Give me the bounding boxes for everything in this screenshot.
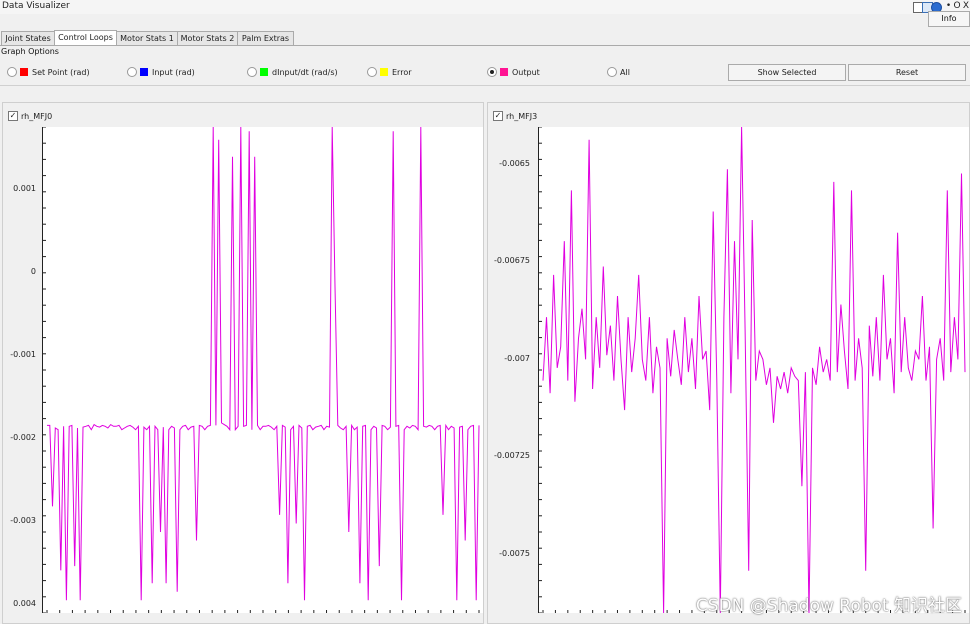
output-color-swatch [500, 68, 508, 76]
y-tick-label: -0.0075 [499, 549, 530, 558]
watermark-logo: CSDN @Shadow Robot 知识社区 [695, 596, 962, 616]
y-tick-label: 0.001 [13, 184, 36, 193]
y-tick-label: -0.002 [10, 433, 36, 442]
plot-panel-mfj0: ✓ rh_MFJ0 0.001 0 -0.001 -0.002 -0.003 0… [2, 102, 484, 624]
error-label: Error [392, 67, 412, 77]
plot-toggle-mfj3[interactable]: ✓ rh_MFJ3 [493, 111, 537, 121]
y-tick-label: -0.00725 [494, 451, 530, 460]
line-chart-mfj3 [539, 127, 966, 613]
plot-name-mfj3: rh_MFJ3 [506, 111, 538, 121]
dinput-dt-label: dInput/dt (rad/s) [272, 67, 338, 77]
option-all[interactable]: All [607, 66, 630, 78]
plot-panel-mfj3: ✓ rh_MFJ3 -0.0065 -0.00675 -0.007 -0.007… [487, 102, 970, 624]
checkbox-icon[interactable]: ✓ [493, 111, 503, 121]
dinput-dt-radio[interactable] [247, 67, 257, 77]
y-tick-label: -0.007 [504, 354, 530, 363]
tab-palm-extras[interactable]: Palm Extras [237, 31, 294, 45]
y-tick-label: 0.004 [13, 599, 36, 608]
option-dinput-dt[interactable]: dInput/dt (rad/s) [247, 66, 338, 78]
tab-joint-states[interactable]: Joint States [1, 31, 55, 45]
y-tick-label: -0.001 [10, 350, 36, 359]
tab-motor-stats-1[interactable]: Motor Stats 1 [116, 31, 178, 45]
dinput-dt-color-swatch [260, 68, 268, 76]
reset-button[interactable]: Reset [848, 64, 966, 81]
tab-control-loops[interactable]: Control Loops [54, 30, 117, 46]
graph-options-title: Graph Options [1, 47, 59, 56]
output-series-line [542, 127, 966, 613]
y-tick-label: 0 [30, 267, 36, 276]
all-radio[interactable] [607, 67, 617, 77]
set-point-label: Set Point (rad) [32, 67, 90, 77]
window-title: Data Visualizer [2, 1, 70, 11]
plot-area-mfj3[interactable] [538, 127, 969, 613]
input-color-swatch [140, 68, 148, 76]
error-radio[interactable] [367, 67, 377, 77]
checkbox-icon[interactable]: ✓ [8, 111, 18, 121]
plot-name-mfj0: rh_MFJ0 [21, 111, 53, 121]
output-radio[interactable] [487, 67, 497, 77]
tab-divider [0, 45, 970, 46]
input-label: Input (rad) [152, 67, 195, 77]
show-selected-button[interactable]: Show Selected [728, 64, 846, 81]
option-input[interactable]: Input (rad) [127, 66, 195, 78]
tab-bar: Joint States Control Loops Motor Stats 1… [0, 30, 970, 46]
y-tick-label: -0.0065 [499, 159, 530, 168]
plot-area-mfj0[interactable] [42, 127, 483, 613]
plot-toggle-mfj0[interactable]: ✓ rh_MFJ0 [8, 111, 52, 121]
set-point-color-swatch [20, 68, 28, 76]
input-radio[interactable] [127, 67, 137, 77]
option-set-point[interactable]: Set Point (rad) [7, 66, 90, 78]
set-point-radio[interactable] [7, 67, 17, 77]
tab-motor-stats-2[interactable]: Motor Stats 2 [177, 31, 238, 45]
y-tick-label: -0.00675 [494, 256, 530, 265]
line-chart-mfj0 [43, 127, 480, 613]
title-bar: Data Visualizer • O X [0, 0, 970, 14]
y-tick-label: -0.003 [10, 516, 36, 525]
error-color-swatch [380, 68, 388, 76]
options-divider [0, 85, 970, 86]
output-series-line [47, 127, 480, 601]
option-output[interactable]: Output [487, 66, 540, 78]
option-error[interactable]: Error [367, 66, 412, 78]
output-label: Output [512, 67, 540, 77]
info-button[interactable]: Info [928, 11, 970, 27]
all-label: All [620, 67, 630, 77]
